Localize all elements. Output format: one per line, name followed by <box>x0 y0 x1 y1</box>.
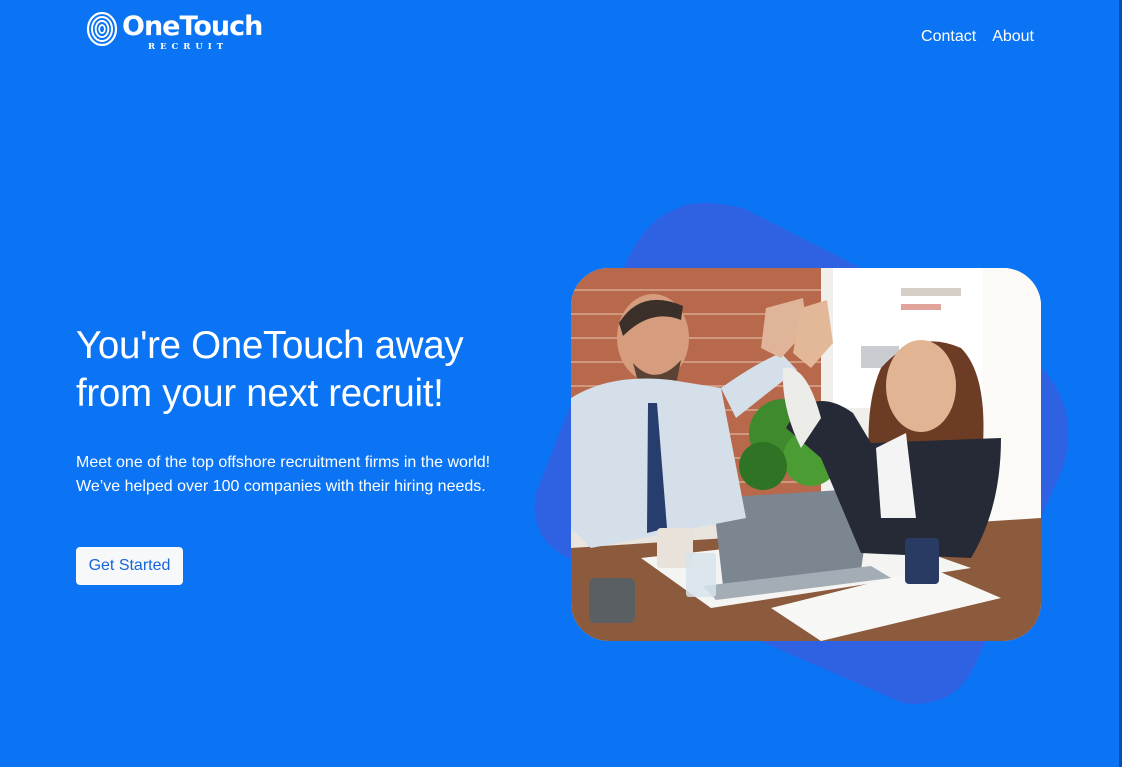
office-high-five-illustration <box>571 268 1041 641</box>
hero-description-line: We’ve helped over 100 companies with the… <box>76 478 486 495</box>
main-nav: Contact About <box>921 27 1034 47</box>
hero-photo <box>571 268 1041 641</box>
hero-title: You're OneTouch away from your next recr… <box>76 324 464 415</box>
landing-page: OneTouch RECRUIT Contact About You're On… <box>0 0 1122 767</box>
site-header: OneTouch RECRUIT Contact About <box>0 0 1122 80</box>
get-started-button[interactable]: Get Started <box>76 547 183 585</box>
nav-link-contact[interactable]: Contact <box>921 27 976 47</box>
brand-tagline: RECRUIT <box>148 42 229 52</box>
nav-link-about[interactable]: About <box>992 27 1034 47</box>
hero-description: Meet one of the top offshore recruitment… <box>76 451 546 499</box>
brand-name: OneTouch <box>122 11 263 42</box>
fingerprint-icon <box>86 11 118 47</box>
brand-logo[interactable]: OneTouch RECRUIT <box>86 8 263 54</box>
hero-description-line: Meet one of the top offshore recruitment… <box>76 454 491 471</box>
